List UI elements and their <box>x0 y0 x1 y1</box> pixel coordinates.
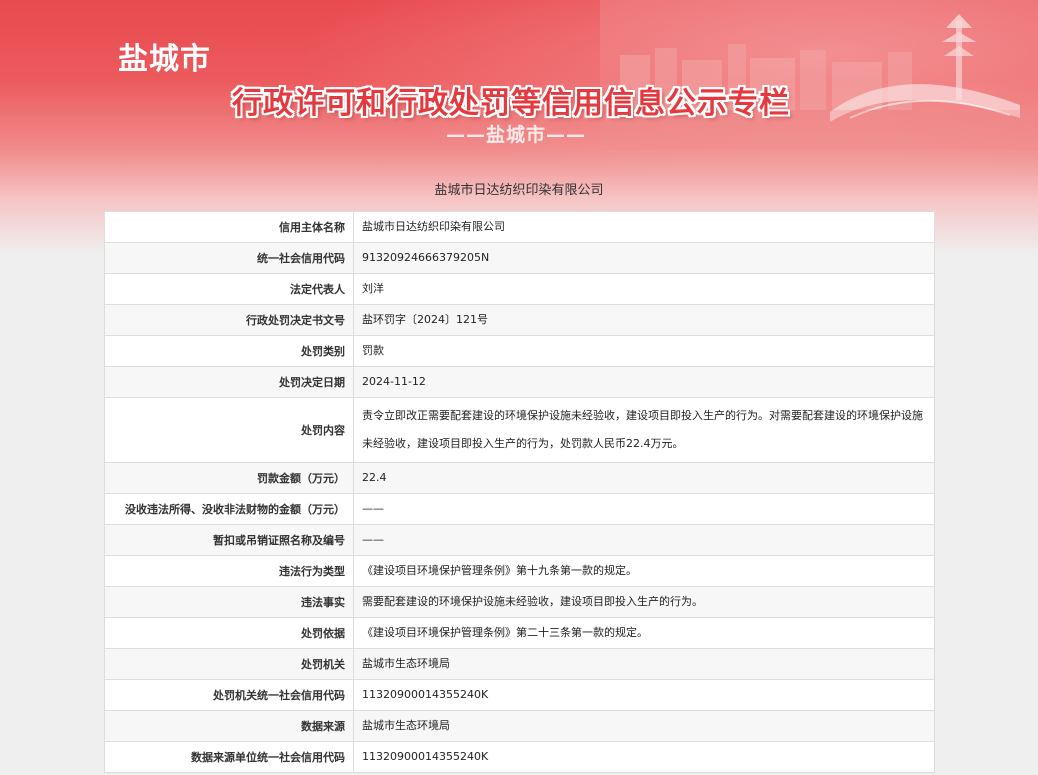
row-value: 刘洋 <box>353 273 935 305</box>
row-label: 统一社会信用代码 <box>104 242 354 274</box>
row-value: 罚款 <box>353 335 935 367</box>
row-value: 22.4 <box>353 462 935 494</box>
row-value: 2024-11-12 <box>353 366 935 398</box>
table-row: 行政处罚决定书文号 盐环罚字〔2024〕121号 <box>104 304 935 336</box>
row-value: 盐城市日达纺织印染有限公司 <box>353 211 935 243</box>
row-value: 91320924666379205N <box>353 242 935 274</box>
row-label: 行政处罚决定书文号 <box>104 304 354 336</box>
row-value: 需要配套建设的环境保护设施未经验收，建设项目即投入生产的行为。 <box>353 586 935 618</box>
row-value: 盐城市生态环境局 <box>353 710 935 742</box>
row-label: 数据来源 <box>104 710 354 742</box>
row-label: 暂扣或吊销证照名称及编号 <box>104 524 354 556</box>
company-heading: 盐城市日达纺织印染有限公司 <box>434 183 604 198</box>
row-value: —— <box>353 524 935 556</box>
row-value: 11320900014355240K <box>353 679 935 711</box>
row-label: 处罚内容 <box>104 397 354 463</box>
row-value: 责令立即改正需要配套建设的环境保护设施未经验收，建设项目即投入生产的行为。对需要… <box>353 397 935 463</box>
page-title: 行政许可和行政处罚等信用信息公示专栏 <box>232 86 790 121</box>
city-skyline-image <box>600 0 1038 150</box>
table-row: 暂扣或吊销证照名称及编号 —— <box>104 524 935 556</box>
credit-info-table: 信用主体名称 盐城市日达纺织印染有限公司 统一社会信用代码 9132092466… <box>104 211 935 773</box>
row-value: 《建设项目环境保护管理条例》第十九条第一款的规定。 <box>353 555 935 587</box>
row-label: 违法事实 <box>104 586 354 618</box>
row-label: 处罚机关统一社会信用代码 <box>104 679 354 711</box>
table-row: 处罚类别 罚款 <box>104 335 935 367</box>
row-value: 盐城市生态环境局 <box>353 648 935 680</box>
table-row: 处罚内容 责令立即改正需要配套建设的环境保护设施未经验收，建设项目即投入生产的行… <box>104 397 935 463</box>
row-value: 《建设项目环境保护管理条例》第二十三条第一款的规定。 <box>353 617 935 649</box>
table-row: 处罚依据 《建设项目环境保护管理条例》第二十三条第一款的规定。 <box>104 617 935 649</box>
row-label: 罚款金额（万元） <box>104 462 354 494</box>
row-value: 盐环罚字〔2024〕121号 <box>353 304 935 336</box>
row-label: 违法行为类型 <box>104 555 354 587</box>
table-row: 违法行为类型 《建设项目环境保护管理条例》第十九条第一款的规定。 <box>104 555 935 587</box>
row-label: 数据来源单位统一社会信用代码 <box>104 741 354 773</box>
row-value: —— <box>353 493 935 525</box>
table-row: 处罚机关统一社会信用代码 11320900014355240K <box>104 679 935 711</box>
row-label: 处罚机关 <box>104 648 354 680</box>
table-row: 统一社会信用代码 91320924666379205N <box>104 242 935 274</box>
table-row: 罚款金额（万元） 22.4 <box>104 462 935 494</box>
table-row: 违法事实 需要配套建设的环境保护设施未经验收，建设项目即投入生产的行为。 <box>104 586 935 618</box>
table-row: 数据来源 盐城市生态环境局 <box>104 710 935 742</box>
city-name-title: 盐城市 <box>118 42 211 77</box>
table-row: 没收违法所得、没收非法财物的金额（万元） —— <box>104 493 935 525</box>
row-label: 处罚依据 <box>104 617 354 649</box>
page-subtitle: ——盐城市—— <box>446 124 587 146</box>
row-value: 11320900014355240K <box>353 741 935 773</box>
table-row: 处罚决定日期 2024-11-12 <box>104 366 935 398</box>
table-row: 数据来源单位统一社会信用代码 11320900014355240K <box>104 741 935 773</box>
table-row: 信用主体名称 盐城市日达纺织印染有限公司 <box>104 211 935 243</box>
row-label: 信用主体名称 <box>104 211 354 243</box>
table-row: 法定代表人 刘洋 <box>104 273 935 305</box>
row-label: 法定代表人 <box>104 273 354 305</box>
row-label: 处罚决定日期 <box>104 366 354 398</box>
row-label: 没收违法所得、没收非法财物的金额（万元） <box>104 493 354 525</box>
table-row: 处罚机关 盐城市生态环境局 <box>104 648 935 680</box>
row-label: 处罚类别 <box>104 335 354 367</box>
